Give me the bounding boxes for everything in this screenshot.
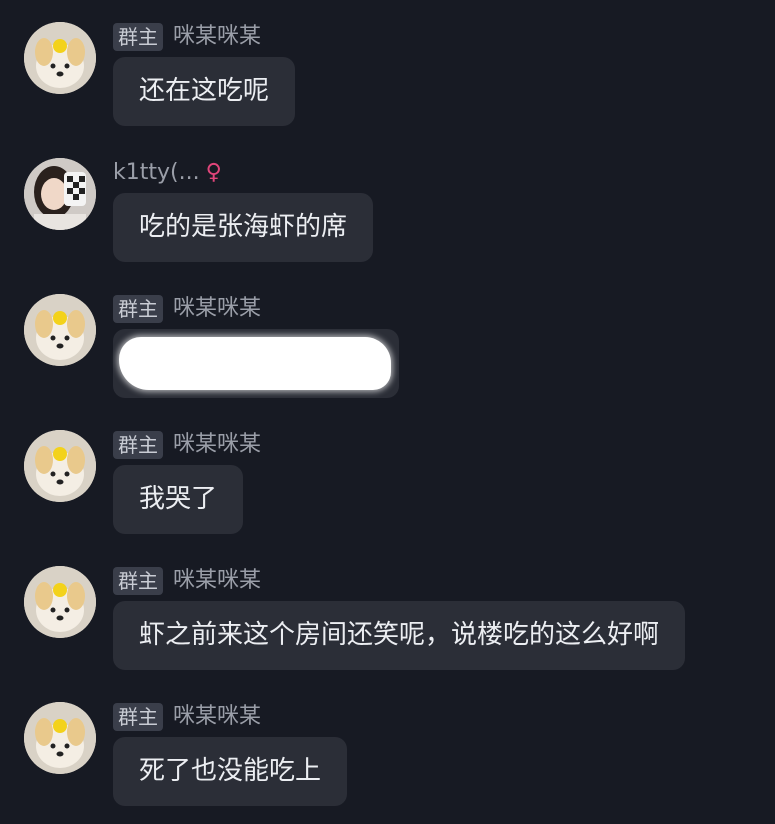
- sender-name[interactable]: k1tty(...: [113, 159, 200, 187]
- puppy-avatar-icon: [24, 430, 96, 502]
- message-bubble[interactable]: 吃的是张海虾的席: [113, 193, 374, 262]
- owner-badge: 群主: [113, 703, 163, 731]
- sender-name[interactable]: 咪某咪某: [173, 23, 261, 51]
- avatar[interactable]: [24, 294, 96, 366]
- puppy-avatar-icon: [24, 294, 96, 366]
- female-icon: ♀: [205, 160, 222, 185]
- message-bubble[interactable]: 虾之前来这个房间还笑呢，说楼吃的这么好啊: [113, 601, 686, 670]
- message-header: 群主 咪某咪某: [113, 430, 261, 460]
- owner-badge: 群主: [113, 295, 163, 323]
- owner-badge: 群主: [113, 431, 163, 459]
- message-bubble[interactable]: 死了也没能吃上: [113, 737, 348, 806]
- message-header: 群主 咪某咪某: [113, 566, 261, 596]
- sender-name[interactable]: 咪某咪某: [173, 567, 261, 595]
- avatar[interactable]: [24, 430, 96, 502]
- sender-name[interactable]: 咪某咪某: [173, 703, 261, 731]
- message-header: 群主 咪某咪某: [113, 22, 261, 52]
- message-bubble[interactable]: [113, 329, 399, 398]
- avatar[interactable]: [24, 22, 96, 94]
- puppy-avatar-icon: [24, 22, 96, 94]
- sender-name[interactable]: 咪某咪某: [173, 431, 261, 459]
- redaction-mark: [119, 337, 391, 390]
- owner-badge: 群主: [113, 23, 163, 51]
- chat-view: 群主 咪某咪某 还在这吃呢 k1tty(... ♀ 吃的是张海虾的席 群主 咪某…: [0, 0, 775, 824]
- message-bubble[interactable]: 我哭了: [113, 465, 244, 534]
- avatar[interactable]: [24, 158, 96, 230]
- puppy-avatar-icon: [24, 566, 96, 638]
- message-header: k1tty(... ♀: [113, 158, 222, 188]
- message-header: 群主 咪某咪某: [113, 702, 261, 732]
- message-header: 群主 咪某咪某: [113, 294, 261, 324]
- girl-avatar-icon: [24, 158, 96, 230]
- puppy-avatar-icon: [24, 702, 96, 774]
- owner-badge: 群主: [113, 567, 163, 595]
- sender-name[interactable]: 咪某咪某: [173, 295, 261, 323]
- message-bubble[interactable]: 还在这吃呢: [113, 57, 296, 126]
- avatar[interactable]: [24, 566, 96, 638]
- avatar[interactable]: [24, 702, 96, 774]
